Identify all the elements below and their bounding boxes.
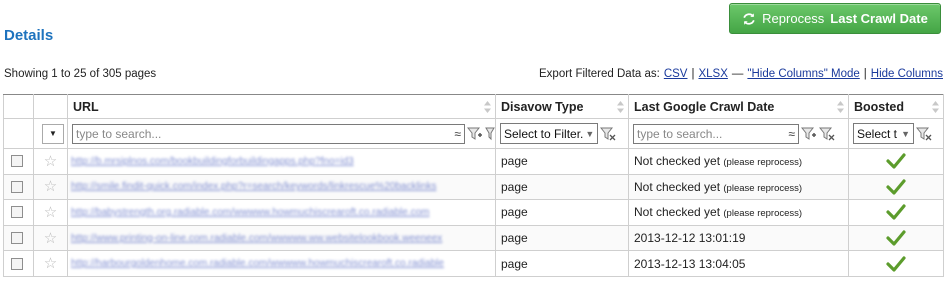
export-bar: Export Filtered Data as: CSV | XLSX — "H… (539, 68, 943, 80)
table-row: ☆ http://b.mrsiplnos.com/bookbuildingfor… (3, 148, 944, 175)
column-header-disavow-label: Disavow Type (501, 99, 584, 114)
filter-row: ▼ type to search... ≈ Select to Filter. … (3, 118, 944, 149)
boosted-filter-select[interactable]: Select t ▼ (853, 123, 914, 144)
checkmark-icon (886, 256, 906, 272)
reprocess-label: Reprocess (762, 11, 825, 26)
table-row: ☆ http://babystrength.org.radiable.com/w… (3, 199, 944, 226)
crawl-date-value: Not checked yet (634, 179, 721, 194)
url-search-placeholder: type to search... (76, 126, 162, 141)
approx-match-icon[interactable]: ≈ (788, 127, 795, 141)
refresh-icon (743, 12, 755, 25)
crawl-search-placeholder: type to search... (637, 126, 723, 141)
sort-icon[interactable] (932, 101, 939, 113)
table-row: ☆ http://www.printing-on-line.com.radiab… (3, 224, 944, 252)
column-header-crawl-date[interactable]: Last Google Crawl Date (628, 94, 849, 119)
url-link[interactable]: http://babystrength.org.radiable.com/www… (71, 207, 495, 218)
hide-columns-mode-link[interactable]: "Hide Columns" Mode (747, 68, 859, 80)
disavow-type-value: page (501, 179, 528, 194)
url-link[interactable]: http://www.printing-on-line.com.radiable… (71, 233, 495, 244)
column-header-url[interactable]: URL (67, 94, 496, 119)
crawl-date-value: 2013-12-12 13:01:19 (634, 231, 746, 246)
sort-icon[interactable] (484, 101, 491, 113)
filter-add-icon[interactable] (467, 126, 483, 142)
crawl-note: (please reprocess) (723, 208, 803, 220)
row-checkbox[interactable] (11, 180, 23, 193)
checkmark-icon (886, 230, 906, 246)
crawl-date-search-input[interactable]: type to search... ≈ (633, 123, 799, 144)
crawl-note: (please reprocess) (723, 182, 803, 194)
row-checkbox[interactable] (11, 206, 23, 219)
disavow-type-value: page (501, 154, 528, 169)
row-checkbox[interactable] (11, 232, 23, 245)
disavow-type-value: page (501, 231, 528, 246)
column-header-disavow-type[interactable]: Disavow Type (495, 94, 629, 119)
chevron-down-icon: ▼ (585, 128, 595, 139)
star-icon[interactable]: ☆ (34, 256, 67, 271)
separator: | (691, 68, 695, 80)
star-icon[interactable]: ☆ (34, 231, 67, 246)
filter-add-icon[interactable] (801, 126, 817, 142)
table-header-row: URL Disavow Type Last Google Crawl Date … (3, 94, 944, 119)
filter-clear-icon[interactable] (485, 126, 495, 142)
hide-columns-link[interactable]: Hide Columns (871, 68, 943, 80)
header-select-col (3, 94, 34, 119)
crawl-date-value: Not checked yet (634, 205, 721, 220)
pagination-summary: Showing 1 to 25 of 305 pages (4, 68, 157, 80)
column-header-crawl-label: Last Google Crawl Date (634, 99, 775, 114)
details-table: URL Disavow Type Last Google Crawl Date … (3, 94, 944, 277)
chevron-down-icon: ▼ (901, 128, 910, 139)
filter-clear-icon[interactable] (819, 126, 835, 142)
row-checkbox[interactable] (11, 257, 23, 270)
export-csv-link[interactable]: CSV (664, 68, 688, 80)
url-link[interactable]: http://smile.findit-quick.com/index.php?… (71, 181, 495, 192)
table-row: ☆ http://harbourgoldenhome.com.radiable.… (3, 250, 944, 277)
disavow-filter-select[interactable]: Select to Filter. ▼ (500, 123, 598, 144)
star-icon[interactable]: ☆ (34, 154, 67, 169)
dash-separator: — (731, 68, 744, 80)
star-icon[interactable]: ☆ (34, 205, 67, 220)
crawl-date-value: 2013-12-13 13:04:05 (634, 256, 746, 271)
row-checkbox[interactable] (11, 155, 23, 168)
reprocess-last-crawl-date-button[interactable]: Reprocess Last Crawl Date (729, 3, 941, 34)
checkmark-icon (886, 153, 906, 169)
chevron-down-icon: ▼ (49, 129, 57, 138)
separator: | (863, 68, 867, 80)
bulk-select-dropdown[interactable]: ▼ (42, 123, 64, 144)
column-header-url-label: URL (73, 99, 99, 114)
crawl-note: (please reprocess) (723, 157, 803, 169)
page-title: Details (4, 27, 54, 44)
column-header-boosted-label: Boosted (854, 99, 904, 114)
column-header-boosted[interactable]: Boosted (848, 94, 944, 119)
header-star-col (33, 94, 68, 119)
url-link[interactable]: http://b.mrsiplnos.com/bookbuildingforbu… (71, 156, 495, 167)
sort-icon[interactable] (837, 101, 844, 113)
checkmark-icon (886, 179, 906, 195)
disavow-type-value: page (501, 205, 528, 220)
disavow-type-value: page (501, 256, 528, 271)
url-search-input[interactable]: type to search... ≈ (72, 123, 465, 144)
export-label: Export Filtered Data as: (539, 68, 660, 80)
filter-clear-icon[interactable] (916, 126, 932, 142)
export-xlsx-link[interactable]: XLSX (698, 68, 727, 80)
checkmark-icon (886, 204, 906, 221)
disavow-filter-label: Select to Filter. (504, 126, 584, 141)
approx-match-icon[interactable]: ≈ (454, 127, 461, 141)
filter-clear-icon[interactable] (600, 126, 616, 142)
crawl-date-value: Not checked yet (634, 154, 721, 169)
boosted-filter-label: Select t (857, 126, 898, 141)
url-link[interactable]: http://harbourgoldenhome.com.radiable.co… (71, 258, 495, 269)
reprocess-label-bold: Last Crawl Date (830, 11, 928, 26)
table-row: ☆ http://smile.findit-quick.com/index.ph… (3, 173, 944, 201)
sort-icon[interactable] (617, 101, 624, 113)
star-icon[interactable]: ☆ (34, 179, 67, 194)
